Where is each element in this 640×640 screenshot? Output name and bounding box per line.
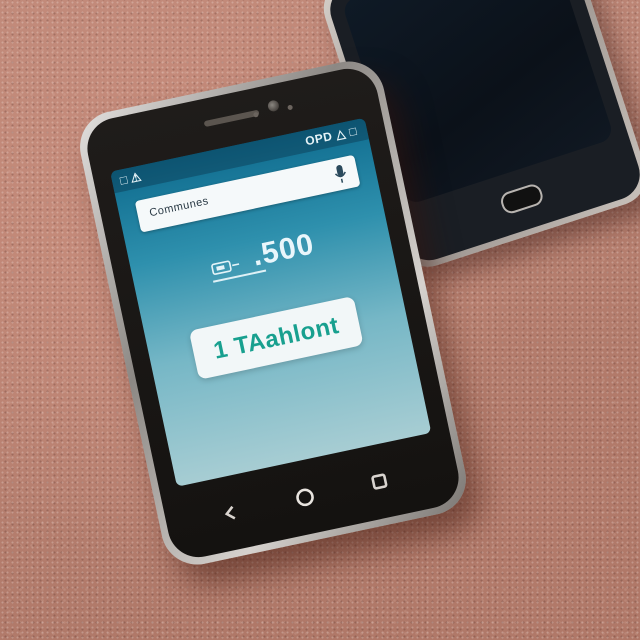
status-right-icons: OPD △ □ <box>303 123 359 149</box>
home-icon[interactable] <box>292 484 318 510</box>
sim-card-icon <box>211 260 240 275</box>
photo-scene: □ ⚠ OPD △ □ Communes .500 1 TAahlont <box>0 0 640 640</box>
light-sensor <box>287 104 294 111</box>
proximity-sensor <box>252 111 259 118</box>
search-field-text: Communes <box>148 195 210 220</box>
phone-screen: □ ⚠ OPD △ □ Communes .500 1 TAahlont <box>110 117 432 487</box>
back-phone-home-button <box>498 181 546 216</box>
status-left-icons: □ ⚠ <box>118 169 143 188</box>
back-icon[interactable] <box>218 500 244 526</box>
amount-value: .500 <box>249 227 318 273</box>
label-box[interactable]: 1 TAahlont <box>188 295 364 380</box>
front-camera-icon <box>266 99 280 113</box>
earpiece-speaker <box>203 109 260 128</box>
mic-icon[interactable] <box>332 163 350 185</box>
label-text: 1 TAahlont <box>211 311 342 365</box>
recent-apps-icon[interactable] <box>366 469 392 495</box>
